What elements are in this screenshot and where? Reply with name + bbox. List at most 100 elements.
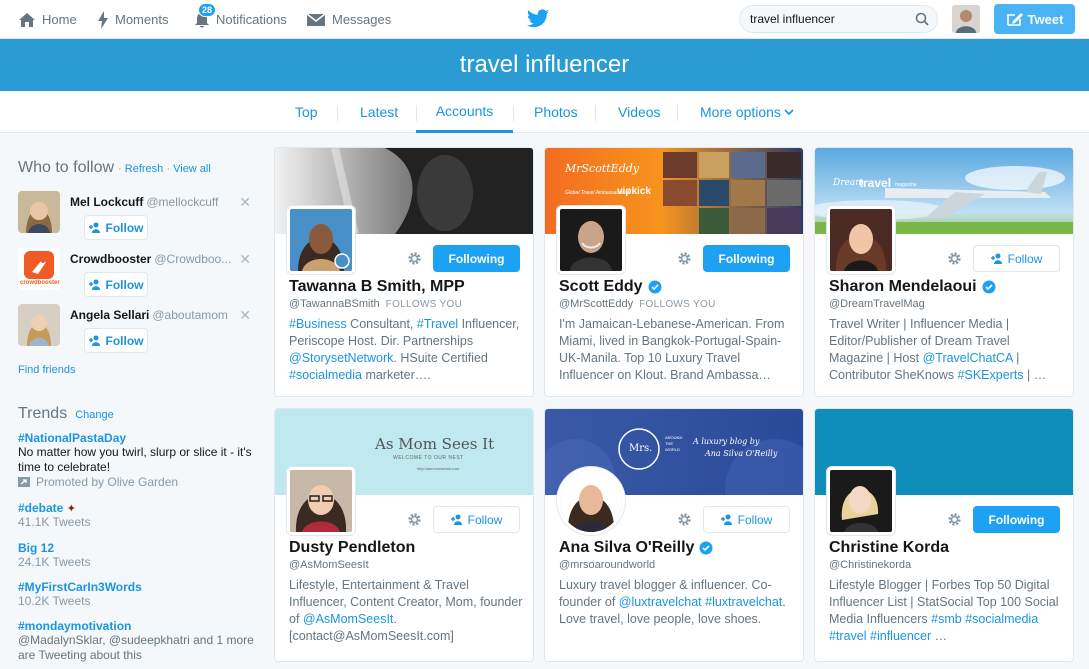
- wtf-user-name[interactable]: Crowdbooster: [70, 252, 151, 266]
- avatar[interactable]: [827, 206, 895, 274]
- card-user-name[interactable]: Tawanna B Smith, MPP: [289, 278, 465, 296]
- follow-button[interactable]: Follow: [84, 272, 148, 297]
- find-friends-link[interactable]: Find friends: [18, 364, 75, 376]
- gear-icon[interactable]: [407, 251, 422, 269]
- avatar[interactable]: [287, 206, 355, 274]
- card-user-handle[interactable]: @Christinekorda: [829, 559, 911, 571]
- card-user-name[interactable]: Christine Korda: [829, 539, 949, 557]
- change-trends-link[interactable]: Change: [75, 409, 114, 421]
- card-user-name[interactable]: Scott Eddy: [559, 278, 643, 296]
- user-card[interactable]: MrScottEddy Global Travel Ambassador of …: [544, 147, 804, 397]
- add-user-icon: [720, 514, 732, 525]
- card-bio: Lifestyle Blogger | Forbes Top 50 Digita…: [829, 577, 1067, 645]
- refresh-link[interactable]: Refresh: [125, 163, 164, 175]
- bio-link[interactable]: #Travel: [417, 317, 458, 331]
- tab-more-label: More options: [700, 104, 781, 120]
- gear-icon[interactable]: [947, 251, 962, 269]
- banner-text: A luxury blog by: [693, 437, 760, 446]
- nav-moments-label: Moments: [115, 12, 169, 27]
- tweet-button[interactable]: Tweet: [994, 4, 1075, 34]
- follows-you-badge: FOLLOWS YOU: [639, 299, 716, 310]
- trend-item[interactable]: #debate ✦ 41.1K Tweets: [18, 501, 258, 529]
- following-button[interactable]: Following: [433, 245, 520, 272]
- bio-link[interactable]: #travel: [829, 629, 867, 643]
- bio-link[interactable]: #Business: [289, 317, 347, 331]
- bio-text: marketer….: [361, 368, 431, 382]
- bio-link[interactable]: @StorysetNetwork: [289, 351, 393, 365]
- dismiss-icon[interactable]: ✕: [239, 307, 251, 324]
- card-user-handle[interactable]: @TawannaBSmith: [289, 298, 380, 310]
- follow-button[interactable]: Follow: [84, 215, 148, 240]
- view-all-link[interactable]: View all: [173, 163, 211, 175]
- avatar[interactable]: crowdbooster: [18, 248, 60, 290]
- following-button[interactable]: Following: [973, 506, 1060, 533]
- gear-icon[interactable]: [677, 251, 692, 269]
- tab-latest[interactable]: Latest: [360, 91, 398, 133]
- bio-link[interactable]: @AsMomSeesIt: [303, 612, 394, 626]
- follow-button[interactable]: Follow: [703, 506, 790, 533]
- follow-button[interactable]: Follow: [84, 328, 148, 353]
- card-name-line: Scott Eddy: [559, 278, 662, 296]
- user-avatar[interactable]: [952, 5, 980, 33]
- promoted-icon: [18, 477, 30, 487]
- user-card[interactable]: As Mom Sees It WELCOME TO OUR NEST http:…: [274, 408, 534, 662]
- dismiss-icon[interactable]: ✕: [239, 251, 251, 268]
- trend-item[interactable]: Big 12 24.1K Tweets: [18, 541, 258, 569]
- nav-moments[interactable]: Moments: [97, 0, 168, 39]
- trend-name[interactable]: #NationalPastaDay: [18, 431, 258, 445]
- card-user-name[interactable]: Dusty Pendleton: [289, 539, 415, 557]
- bio-link[interactable]: @luxtravelchat: [619, 595, 702, 609]
- twitter-bird-logo[interactable]: [527, 9, 549, 31]
- following-button[interactable]: Following: [703, 245, 790, 272]
- gear-icon[interactable]: [407, 512, 422, 530]
- trend-item[interactable]: #MyFirstCarIn3Words 10.2K Tweets: [18, 580, 258, 608]
- gear-icon[interactable]: [677, 512, 692, 530]
- tab-photos[interactable]: Photos: [534, 91, 578, 133]
- follow-button[interactable]: Follow: [433, 506, 520, 533]
- wtf-user-name[interactable]: Mel Lockcuff: [70, 195, 143, 209]
- tab-videos[interactable]: Videos: [618, 91, 661, 133]
- bio-link[interactable]: #luxtravelchat: [705, 595, 782, 609]
- bio-link[interactable]: #smb: [931, 612, 962, 626]
- bio-link[interactable]: #influencer: [870, 629, 931, 643]
- user-card[interactable]: Mrs. AROUND THE WORLD A luxury blog by A…: [544, 408, 804, 662]
- trend-name[interactable]: Big 12: [18, 541, 258, 555]
- card-user-name[interactable]: Ana Silva O'Reilly: [559, 539, 694, 557]
- bio-link[interactable]: #socialmedia: [289, 368, 362, 382]
- user-card[interactable]: Following Tawanna B Smith, MPP @TawannaB…: [274, 147, 534, 397]
- gear-icon[interactable]: [947, 512, 962, 530]
- avatar[interactable]: [18, 304, 60, 346]
- avatar[interactable]: [827, 467, 895, 535]
- trend-item[interactable]: #NationalPastaDay No matter how you twir…: [18, 431, 258, 489]
- tab-top[interactable]: Top: [295, 91, 318, 133]
- avatar[interactable]: [18, 191, 60, 233]
- user-card[interactable]: Dream travel magazine Follow Sharon Mend…: [814, 147, 1074, 397]
- wtf-user-name[interactable]: Angela Sellari: [70, 308, 149, 322]
- bio-link[interactable]: #SKExperts: [958, 368, 1024, 382]
- card-user-handle[interactable]: @MrScottEddy: [559, 298, 633, 310]
- nav-notifications[interactable]: 28 Notifications: [194, 0, 287, 39]
- dismiss-icon[interactable]: ✕: [239, 194, 251, 211]
- avatar[interactable]: [557, 467, 625, 535]
- trend-name[interactable]: #MyFirstCarIn3Words: [18, 580, 258, 594]
- card-user-handle[interactable]: @mrsoaroundworld: [559, 559, 655, 571]
- card-user-name[interactable]: Sharon Mendelaoui: [829, 278, 977, 296]
- nav-home[interactable]: Home: [18, 0, 77, 39]
- card-user-handle[interactable]: @AsMomSeesIt: [289, 559, 369, 571]
- avatar[interactable]: [287, 467, 355, 535]
- search-box[interactable]: [739, 5, 938, 33]
- nav-messages[interactable]: Messages: [306, 0, 391, 39]
- follow-button[interactable]: Follow: [973, 245, 1060, 272]
- card-user-handle[interactable]: @DreamTravelMag: [829, 298, 925, 310]
- tab-accounts[interactable]: Accounts: [416, 91, 513, 133]
- search-input[interactable]: [750, 12, 910, 26]
- trend-item[interactable]: #mondaymotivation @MadalynSklar, @sudeep…: [18, 619, 258, 663]
- user-card[interactable]: Following Christine Korda @Christinekord…: [814, 408, 1074, 662]
- trend-name[interactable]: #debate: [18, 501, 63, 515]
- bio-link[interactable]: @TravelChatCA: [923, 351, 1013, 365]
- avatar[interactable]: [557, 206, 625, 274]
- bio-link[interactable]: #socialmedia: [965, 612, 1038, 626]
- search-icon[interactable]: [915, 12, 929, 26]
- tab-more-options[interactable]: More options: [700, 91, 794, 133]
- trend-name[interactable]: #mondaymotivation: [18, 619, 258, 633]
